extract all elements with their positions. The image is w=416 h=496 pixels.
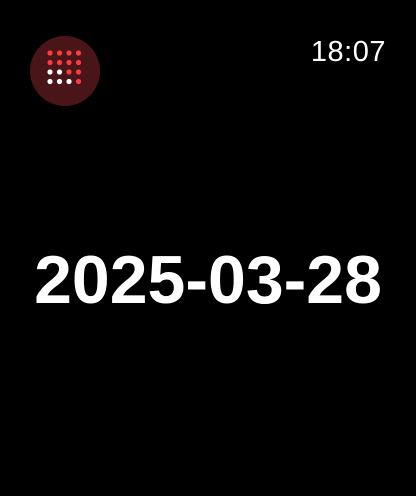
calendar-dot <box>75 78 82 85</box>
calendar-dot <box>66 50 72 56</box>
calendar-dot <box>56 50 63 56</box>
calendar-dot <box>66 59 72 66</box>
calendar-dot <box>56 78 63 85</box>
calendar-dot <box>66 69 72 75</box>
calendar-dot <box>47 69 53 75</box>
calendar-dot <box>66 78 72 85</box>
calendar-dot <box>56 59 63 66</box>
calendar-dot <box>75 59 82 66</box>
status-time: 18:07 <box>310 36 386 68</box>
calendar-dots-icon <box>47 50 82 85</box>
calendar-dot <box>47 59 53 66</box>
calendar-dot <box>75 50 82 56</box>
calendar-dot <box>75 69 82 75</box>
app-icon-button[interactable] <box>30 36 100 106</box>
calendar-dot <box>47 50 53 56</box>
date-display: 2025-03-28 <box>34 242 382 318</box>
calendar-dot <box>47 78 53 85</box>
calendar-dot <box>56 69 63 75</box>
watch-screen: 18:07 2025-03-28 <box>0 0 416 496</box>
